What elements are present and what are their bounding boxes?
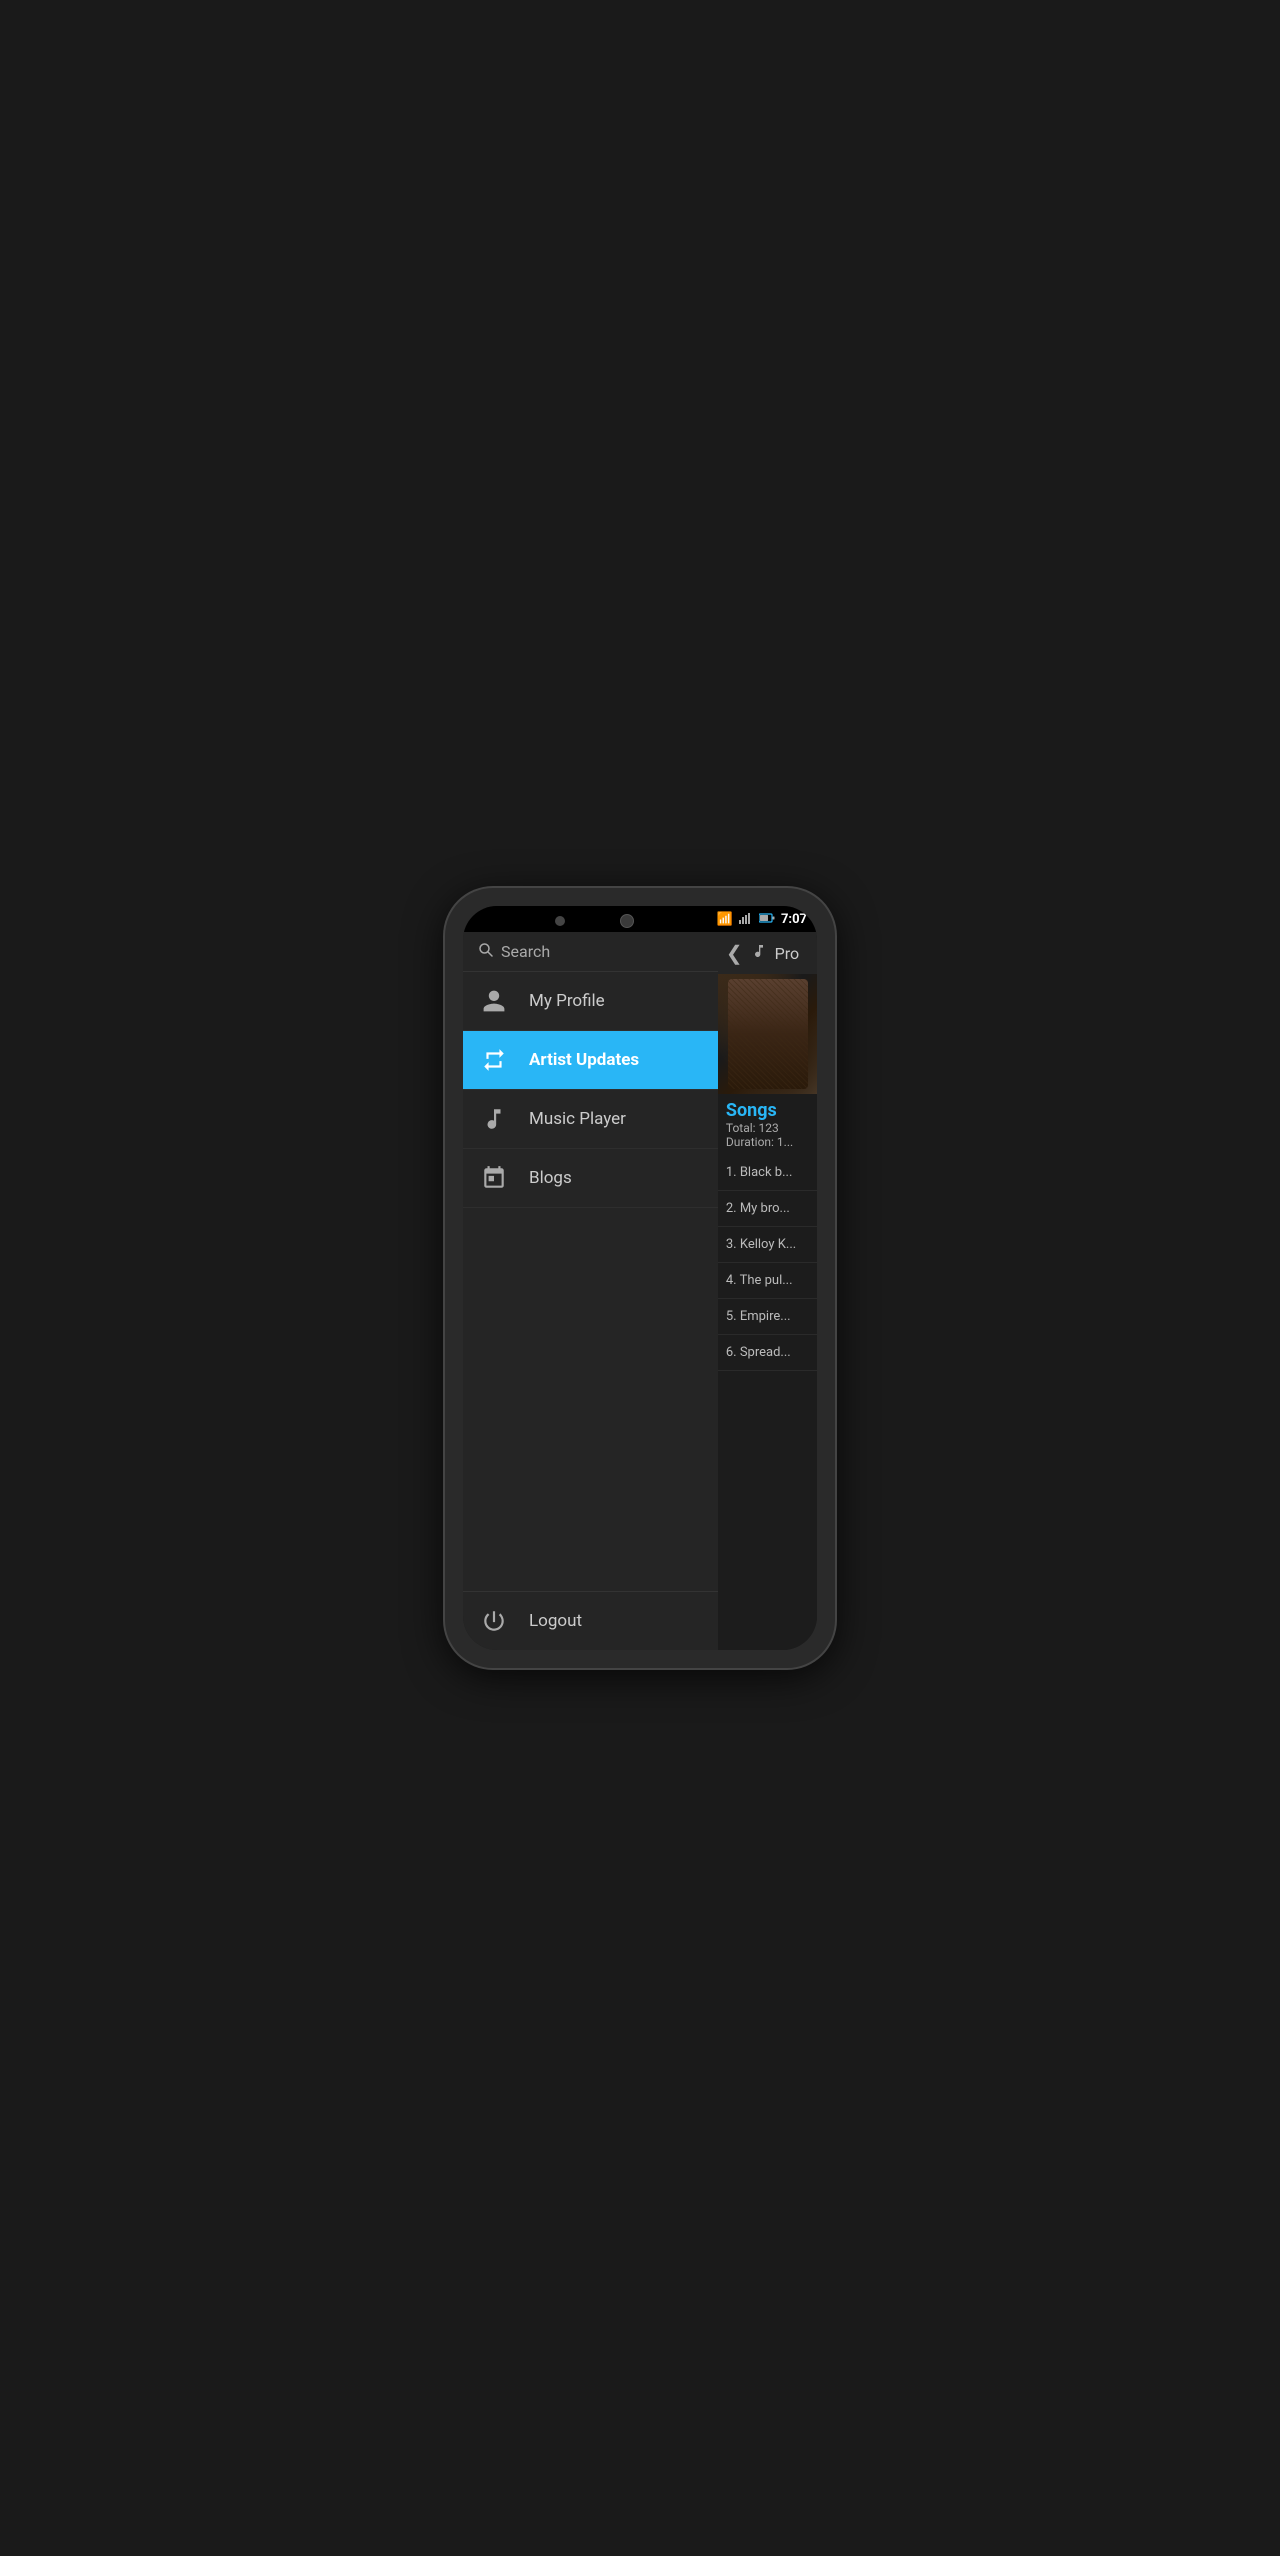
- logout-section[interactable]: Logout: [463, 1591, 718, 1650]
- search-bar[interactable]: Search: [463, 932, 718, 972]
- song-info: Songs Total: 123 Duration: 1...: [718, 1094, 817, 1155]
- song-list-item[interactable]: 2. My bro...: [718, 1191, 817, 1227]
- nav-item-blogs[interactable]: Blogs: [463, 1149, 718, 1208]
- songs-title: Songs: [726, 1100, 809, 1121]
- artist-updates-label: Artist Updates: [529, 1050, 639, 1070]
- main-content: ❮ Pro Songs Total: 123: [718, 932, 817, 1650]
- nav-item-artist-updates[interactable]: Artist Updates: [463, 1031, 718, 1090]
- song-list: 1. Black b...2. My bro...3. Kelloy K...4…: [718, 1155, 817, 1650]
- nav-item-music-player[interactable]: Music Player: [463, 1090, 718, 1149]
- songs-duration: Duration: 1...: [726, 1135, 809, 1149]
- content-area: Search My Profile: [463, 932, 817, 1650]
- phone-screen: 📶 7:07: [463, 906, 817, 1650]
- blogs-label: Blogs: [529, 1168, 572, 1188]
- album-art: [718, 974, 817, 1094]
- music-note-icon: [479, 1104, 509, 1134]
- song-list-item[interactable]: 5. Empire...: [718, 1299, 817, 1335]
- search-icon: [479, 943, 493, 961]
- power-icon: [479, 1606, 509, 1636]
- back-arrow-icon[interactable]: ❮: [726, 941, 743, 965]
- phone-device: 📶 7:07: [445, 888, 835, 1668]
- status-bar: 📶 7:07: [463, 906, 817, 932]
- repeat-icon: [479, 1045, 509, 1075]
- person-icon: [479, 986, 509, 1016]
- my-profile-label: My Profile: [529, 991, 605, 1011]
- camera-dot: [555, 916, 565, 926]
- nav-item-my-profile[interactable]: My Profile: [463, 972, 718, 1031]
- music-player-label: Music Player: [529, 1109, 626, 1129]
- song-list-item[interactable]: 1. Black b...: [718, 1155, 817, 1191]
- nav-items-list: My Profile Artist Updates: [463, 972, 718, 1591]
- speaker-dot: [620, 914, 634, 928]
- battery-icon: [759, 913, 775, 926]
- wifi-icon: 📶: [717, 912, 733, 927]
- main-topbar-title: Pro: [775, 944, 799, 963]
- topbar-music-icon: [751, 943, 767, 963]
- songs-total: Total: 123: [726, 1121, 809, 1135]
- album-face-texture: [728, 979, 808, 1089]
- navigation-drawer: Search My Profile: [463, 932, 718, 1650]
- song-list-item[interactable]: 3. Kelloy K...: [718, 1227, 817, 1263]
- status-time: 7:07: [781, 912, 807, 927]
- song-list-item[interactable]: 6. Spread...: [718, 1335, 817, 1371]
- search-label: Search: [501, 942, 550, 961]
- signal-icon: [739, 912, 753, 927]
- logout-label: Logout: [529, 1611, 582, 1631]
- main-topbar: ❮ Pro: [718, 932, 817, 974]
- calendar-icon: [479, 1163, 509, 1193]
- song-list-item[interactable]: 4. The pul...: [718, 1263, 817, 1299]
